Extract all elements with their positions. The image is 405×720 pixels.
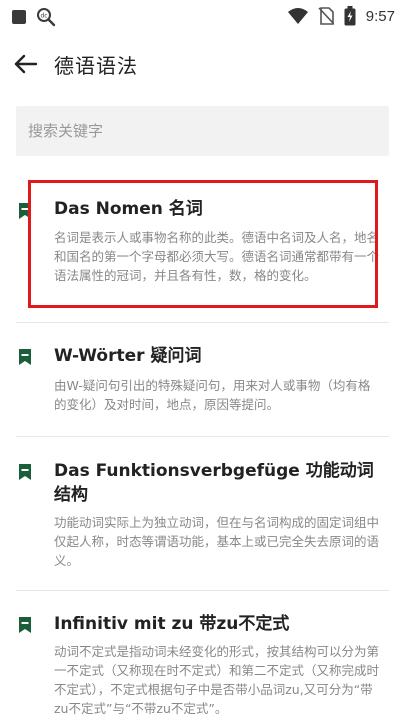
search-badge-icon: dc	[37, 8, 56, 27]
back-arrow-icon[interactable]	[12, 50, 40, 78]
list-item-description: 名词是表示人或事物名称的此类。德语中名词及人名，地名和国名的第一个字母都必须大写…	[54, 230, 380, 283]
status-time: 9:57	[365, 7, 395, 25]
list-item-w-woerter[interactable]: W-Wörter 疑问词 由W-疑问句引出的特殊疑问句，用来对人或事物（均有格的…	[0, 340, 405, 432]
list-item-description: 动词不定式是指动词未经变化的形式，按其结构可以分为第一不定式（又称现在时不定式）…	[54, 644, 380, 716]
list-item-title: Das Funktionsverbgefüge 功能动词结构	[54, 461, 374, 505]
search-placeholder: 搜索关键字	[28, 122, 104, 140]
search-input[interactable]: 搜索关键字	[16, 106, 389, 156]
bookmark-icon	[19, 617, 31, 633]
divider	[16, 322, 389, 323]
bookmark-icon	[19, 203, 31, 219]
list-item-nomen[interactable]: Das Nomen 名词 名词是表示人或事物名称的此类。德语中名词及人名，地名和…	[0, 190, 405, 320]
list-item-description: 由W-疑问句引出的特殊疑问句，用来对人或事物（均有格的变化）及对时间，地点，原因…	[54, 378, 371, 412]
svg-text:dc: dc	[40, 13, 47, 20]
square-app-icon	[12, 10, 26, 24]
bookmark-icon	[19, 464, 31, 480]
list-item-funktionsverbgefuege[interactable]: Das Funktionsverbgefüge 功能动词结构 功能动词实际上为独…	[0, 455, 405, 585]
app-bar: 德语语法	[0, 40, 405, 88]
list-item-description: 功能动词实际上为独立动词，但在与名词构成的固定词组中仅起人称，时态等谓语功能，基…	[54, 515, 380, 568]
bookmark-icon	[19, 349, 31, 365]
list-item-title: Infinitiv mit zu 带zu不定式	[54, 614, 290, 634]
list-item-title: W-Wörter 疑问词	[54, 346, 202, 366]
divider	[16, 436, 389, 437]
list-item-infinitiv-mit-zu[interactable]: Infinitiv mit zu 带zu不定式 动词不定式是指动词未经变化的形式…	[0, 608, 405, 720]
no-sim-icon	[318, 7, 334, 25]
wifi-icon	[287, 8, 308, 24]
page-title: 德语语法	[54, 54, 138, 78]
battery-icon	[344, 6, 356, 26]
list-item-title: Das Nomen 名词	[54, 199, 203, 219]
status-bar: dc 9:57	[0, 0, 405, 32]
divider	[16, 590, 389, 591]
